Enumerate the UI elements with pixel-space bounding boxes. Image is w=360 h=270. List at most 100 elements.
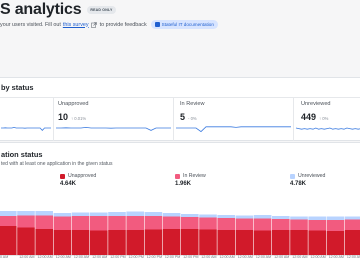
bar-segment-unreviewed[interactable]: [144, 212, 163, 216]
bar-segment-unapproved[interactable]: [53, 230, 72, 255]
stat-label: Unreviewed: [301, 101, 331, 107]
bar-segment-in-review[interactable]: [71, 216, 90, 230]
bar-segment-in-review[interactable]: [199, 217, 217, 230]
bar-segment-unreviewed[interactable]: [35, 211, 53, 216]
sparklines: [1, 126, 360, 133]
bar-segment-unreviewed[interactable]: [344, 216, 360, 220]
x-tick-label: 12:00 AM: [292, 255, 308, 259]
x-tick-label: 12:00 AM: [328, 255, 344, 259]
bar-segment-unapproved[interactable]: [181, 229, 199, 255]
bar-segment-in-review[interactable]: [90, 216, 108, 231]
page-title: S analytics: [0, 1, 82, 18]
bar-segment-unreviewed[interactable]: [181, 214, 199, 217]
bar-segment-unapproved[interactable]: [253, 230, 272, 256]
x-tick-label: 12:00 AM: [219, 255, 235, 259]
legend-value: 4.78K: [290, 181, 307, 187]
legend-swatch: [175, 173, 180, 179]
bar-segment-unapproved[interactable]: [17, 227, 35, 256]
bar-segment-in-review[interactable]: [217, 218, 235, 230]
x-tick-label: 12:00 PM: [128, 255, 144, 259]
bar-segment-in-review[interactable]: [308, 220, 326, 231]
bar-segment-in-review[interactable]: [344, 219, 360, 231]
bar-segment-unapproved[interactable]: [71, 230, 90, 255]
bar-segment-unapproved[interactable]: [162, 229, 181, 255]
legend-unreviewed: Unreviewed 4.78K: [290, 173, 325, 187]
legend-in-review: In Review 1.96K: [175, 173, 206, 187]
x-tick-label: 12:00 AM: [237, 255, 253, 259]
legend-unapproved: Unapproved 4.64K: [60, 173, 96, 187]
bar-segment-unapproved[interactable]: [308, 230, 326, 256]
bar-segment-unreviewed[interactable]: [308, 216, 326, 221]
legend-swatch: [60, 173, 65, 179]
bar-segment-in-review[interactable]: [326, 220, 345, 231]
x-tick-label: 12:00 AM: [37, 255, 53, 259]
bar-segment-in-review[interactable]: [290, 219, 308, 231]
x-tick-label: 12:00 PM: [164, 255, 181, 259]
bar-segment-unapproved[interactable]: [326, 231, 345, 255]
bar-segment-unapproved[interactable]: [272, 230, 290, 255]
bar-segment-in-review[interactable]: [0, 216, 17, 226]
x-tick-label: 12:00 AM: [92, 255, 108, 259]
x-axis: 0 AM 12:00 AM 12:00 AM 12:00 AM 12:00 AM 12:0…: [0, 255, 360, 263]
bar-segment-unapproved[interactable]: [0, 226, 17, 255]
bar-segment-unreviewed[interactable]: [253, 215, 272, 219]
bar-segment-unreviewed[interactable]: [90, 212, 108, 217]
bar-segment-unreviewed[interactable]: [162, 213, 181, 217]
bar-segment-in-review[interactable]: [53, 216, 72, 231]
bar-segment-unapproved[interactable]: [290, 230, 308, 255]
documentation-button[interactable]: Stateful IT documentation: [150, 20, 218, 29]
bar-segment-unreviewed[interactable]: [272, 216, 290, 219]
bar-segment-unapproved[interactable]: [144, 229, 163, 256]
bar-segment-in-review[interactable]: [108, 216, 126, 230]
x-tick-label: 12:00 PM: [146, 255, 163, 259]
bar-segment-in-review[interactable]: [126, 216, 144, 230]
bar-segment-unreviewed[interactable]: [217, 215, 235, 218]
bar-segment-unapproved[interactable]: [90, 230, 108, 256]
stat-label: Unapproved: [58, 101, 89, 107]
x-tick-label: 12:00 AM: [201, 255, 217, 259]
book-icon: [154, 22, 160, 27]
bar-segment-unapproved[interactable]: [126, 230, 144, 255]
bar-segment-in-review[interactable]: [35, 215, 53, 230]
unapproved-trend-sparkline: [1, 126, 51, 131]
bar-segment-in-review[interactable]: [144, 216, 163, 230]
x-tick-label: 12:00 AM: [55, 255, 71, 259]
bar-segment-unreviewed[interactable]: [326, 216, 345, 221]
subtitle-prefix: your users visited. Fill out: [0, 21, 61, 28]
bar-segment-unapproved[interactable]: [344, 230, 360, 255]
bar-segment-unreviewed[interactable]: [235, 215, 254, 219]
bar-segment-unreviewed[interactable]: [199, 214, 217, 218]
legend-value: 1.96K: [175, 181, 192, 187]
bar-segment-in-review[interactable]: [272, 219, 290, 230]
stat-label: In Review: [180, 101, 205, 107]
bar-segment-unapproved[interactable]: [35, 229, 53, 255]
bar-segment-in-review[interactable]: [181, 217, 199, 229]
bar-segment-unreviewed[interactable]: [53, 213, 72, 217]
bar-segment-unreviewed[interactable]: [126, 211, 144, 217]
legend-value: 4.64K: [60, 181, 77, 187]
bar-segment-in-review[interactable]: [253, 218, 272, 231]
bar-segment-unapproved[interactable]: [217, 230, 235, 255]
in-review-trend-sparkline: [176, 126, 291, 133]
bar-segment-unreviewed[interactable]: [108, 212, 126, 216]
bar-segment-in-review[interactable]: [235, 218, 254, 231]
bar-segment-unreviewed[interactable]: [0, 211, 17, 216]
bar-segment-unreviewed[interactable]: [17, 211, 35, 216]
bar-segment-unreviewed[interactable]: [290, 216, 308, 220]
bar-segment-in-review[interactable]: [162, 216, 181, 230]
survey-link[interactable]: this survey: [63, 22, 89, 28]
x-tick-label: 12:00 AM: [346, 255, 360, 259]
bar-segment-unapproved[interactable]: [108, 230, 126, 255]
x-tick-label: 12:00 AM: [19, 255, 35, 259]
status-card-divider: [0, 97, 360, 98]
legend-swatch: [290, 173, 295, 179]
distribution-card-description: ted with at least one application in the…: [1, 161, 113, 167]
bar-segment-unapproved[interactable]: [235, 230, 254, 255]
bar-segment-in-review[interactable]: [17, 215, 35, 228]
legend-label: In Review: [183, 173, 206, 179]
bar-segment-unapproved[interactable]: [199, 229, 217, 256]
page-header: S analytics READ ONLY your users visited…: [0, 0, 360, 38]
subtitle-suffix: to provide feedback: [99, 21, 147, 28]
bar-segment-unreviewed[interactable]: [71, 212, 90, 217]
title-row: S analytics READ ONLY: [0, 1, 116, 19]
